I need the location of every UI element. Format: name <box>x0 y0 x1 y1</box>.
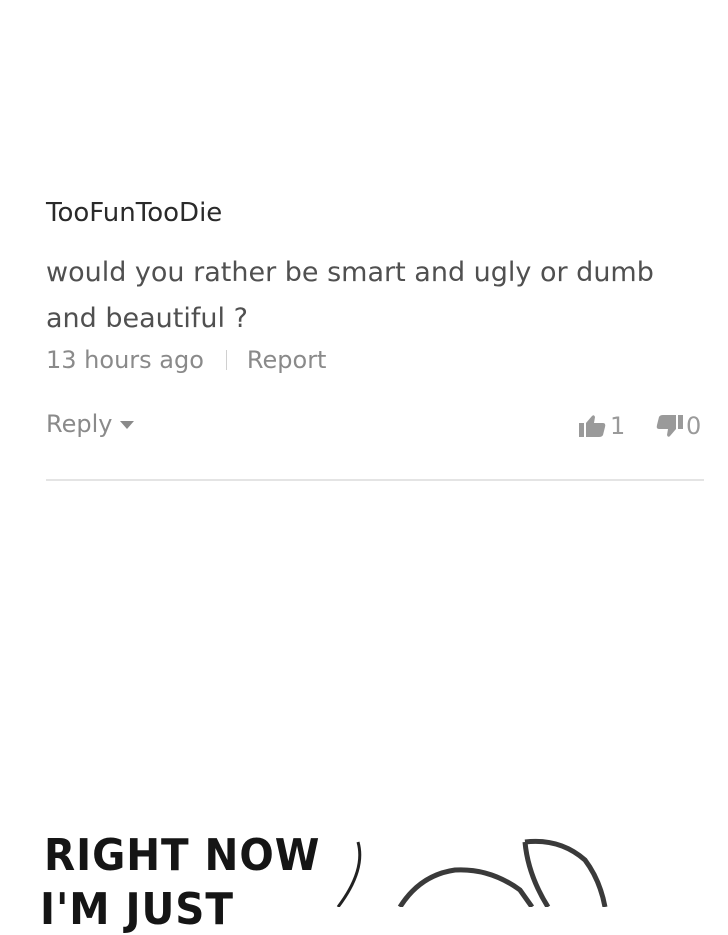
upvote-count: 1 <box>610 412 626 440</box>
comment-body-line-2: and beautiful ? <box>46 303 248 334</box>
downvote-count: 0 <box>686 412 702 440</box>
comment-timestamp: 13 hours ago <box>46 346 204 374</box>
comment-divider <box>46 479 704 481</box>
chevron-down-icon <box>120 421 135 429</box>
comic-caption-line-2: I'M JUST <box>40 884 234 935</box>
downvote-button[interactable]: 0 <box>654 412 701 440</box>
comment-body-line-1: would you rather be smart and ugly or du… <box>46 257 654 288</box>
comment-body: would you rather be smart and ugly or du… <box>46 250 696 342</box>
reply-button[interactable]: Reply <box>46 410 135 438</box>
report-link[interactable]: Report <box>247 346 327 374</box>
comment-meta: 13 hours ago Report <box>46 346 326 374</box>
upvote-button[interactable]: 1 <box>578 412 625 440</box>
comic-caption-line-1: RIGHT NOW <box>44 830 321 881</box>
reply-label: Reply <box>46 410 113 438</box>
thumbs-down-icon <box>656 415 683 437</box>
meta-separator <box>225 350 227 370</box>
comment-actions: Reply 1 0 <box>46 410 706 450</box>
comment-username[interactable]: TooFunTooDie <box>46 198 222 228</box>
thumbs-up-icon <box>579 415 606 437</box>
